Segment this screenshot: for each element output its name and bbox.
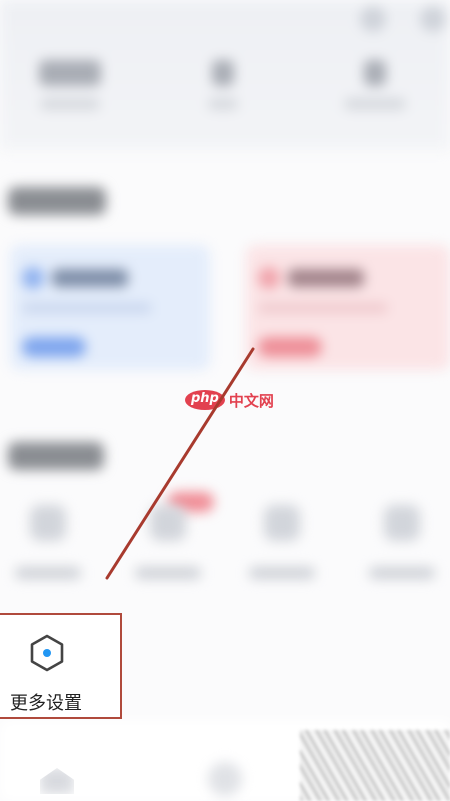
message-icon[interactable]: [360, 6, 386, 32]
stat-item[interactable]: [320, 60, 430, 110]
tool-icon: [264, 505, 300, 541]
card-icon: [22, 267, 44, 289]
tool-item[interactable]: [362, 505, 442, 579]
stat-item[interactable]: [15, 60, 125, 110]
section-title-placeholder: [8, 442, 104, 470]
watermark-text: 中文网: [228, 391, 274, 410]
watermark-logo: php: [185, 390, 225, 410]
hexagon-settings-icon: [30, 634, 64, 672]
tool-item[interactable]: [128, 505, 208, 579]
settings-icon[interactable]: [420, 6, 446, 32]
card-button[interactable]: [258, 337, 322, 357]
more-settings-button[interactable]: 更多设置: [0, 613, 122, 719]
nav-item-icon[interactable]: [208, 762, 242, 796]
promo-card[interactable]: [246, 245, 450, 370]
tool-item[interactable]: [8, 505, 88, 579]
tool-icon: [30, 505, 66, 541]
tool-icon: [150, 505, 186, 541]
card-icon: [258, 267, 280, 289]
pixelated-area: [300, 730, 450, 801]
promo-card[interactable]: [10, 245, 210, 370]
stat-item[interactable]: [168, 60, 278, 110]
profile-header: [0, 0, 450, 150]
tool-item[interactable]: [242, 505, 322, 579]
section-title-placeholder: [8, 187, 106, 215]
tool-icon: [384, 505, 420, 541]
card-button[interactable]: [22, 337, 86, 357]
watermark: php 中文网: [185, 389, 274, 411]
more-settings-label: 更多设置: [10, 693, 82, 714]
